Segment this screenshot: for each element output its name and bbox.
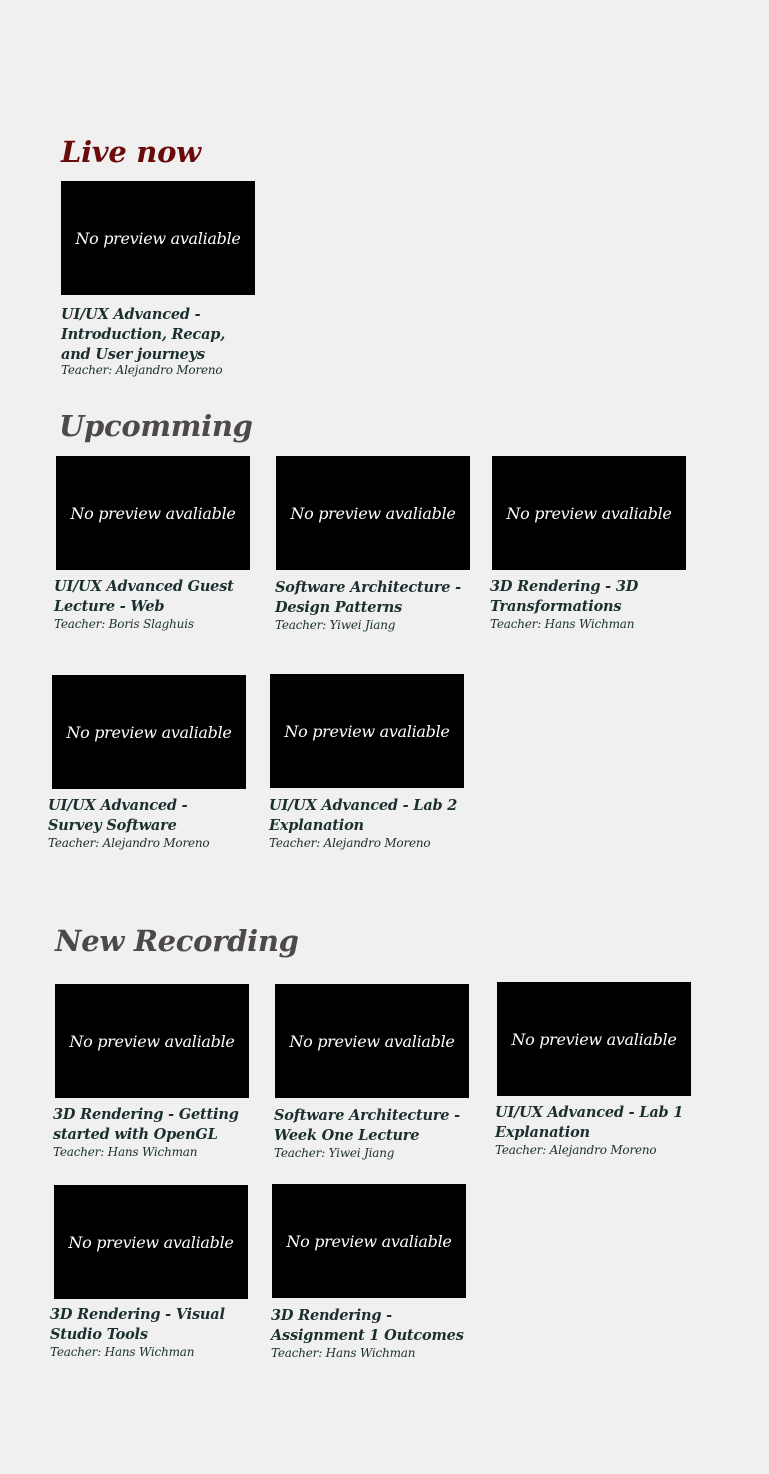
recording-title[interactable]: Software Architecture - Week One Lecture — [274, 1106, 470, 1146]
no-preview-label: No preview avaliable — [286, 1231, 452, 1251]
lecture-thumbnail[interactable]: No preview avaliable — [56, 456, 250, 570]
lecture-title[interactable]: UI/UX Advanced Guest Lecture - Web — [54, 577, 262, 617]
lecture-title[interactable]: 3D Rendering - 3D Transformations — [490, 577, 670, 617]
no-preview-label: No preview avaliable — [284, 721, 450, 741]
lecture-title[interactable]: UI/UX Advanced - Introduction, Recap, an… — [61, 305, 251, 365]
no-preview-label: No preview avaliable — [70, 503, 236, 523]
recording-thumbnail[interactable]: No preview avaliable — [275, 984, 469, 1098]
lecture-thumbnail[interactable]: No preview avaliable — [61, 181, 255, 295]
lecture-thumbnail[interactable]: No preview avaliable — [276, 456, 470, 570]
no-preview-label: No preview avaliable — [506, 503, 672, 523]
lecture-teacher: Teacher: Hans Wichman — [490, 617, 635, 631]
no-preview-label: No preview avaliable — [69, 1031, 235, 1051]
lecture-thumbnail[interactable]: No preview avaliable — [52, 675, 246, 789]
no-preview-label: No preview avaliable — [511, 1029, 677, 1049]
lecture-teacher: Teacher: Boris Slaghuis — [54, 617, 194, 631]
recording-title[interactable]: 3D Rendering - Getting started with Open… — [53, 1105, 259, 1145]
lecture-teacher: Teacher: Alejandro Moreno — [48, 836, 210, 850]
recording-thumbnail[interactable]: No preview avaliable — [54, 1185, 248, 1299]
lecture-teacher: Teacher: Yiwei Jiang — [275, 618, 396, 632]
no-preview-label: No preview avaliable — [290, 503, 456, 523]
recording-thumbnail[interactable]: No preview avaliable — [55, 984, 249, 1098]
section-title-live-now: Live now — [61, 135, 201, 169]
lecture-teacher: Teacher: Alejandro Moreno — [61, 363, 223, 377]
lecture-title[interactable]: Software Architecture - Design Patterns — [275, 578, 471, 618]
recording-teacher: Teacher: Hans Wichman — [50, 1345, 195, 1359]
recording-thumbnail[interactable]: No preview avaliable — [272, 1184, 466, 1298]
lecture-thumbnail[interactable]: No preview avaliable — [492, 456, 686, 570]
no-preview-label: No preview avaliable — [289, 1031, 455, 1051]
recording-title[interactable]: 3D Rendering - Assignment 1 Outcomes — [271, 1306, 481, 1346]
section-title-new-recording: New Recording — [55, 924, 299, 958]
recording-teacher: Teacher: Hans Wichman — [271, 1346, 416, 1360]
no-preview-label: No preview avaliable — [68, 1232, 234, 1252]
recording-teacher: Teacher: Hans Wichman — [53, 1145, 198, 1159]
no-preview-label: No preview avaliable — [66, 722, 232, 742]
recording-teacher: Teacher: Alejandro Moreno — [495, 1143, 657, 1157]
lecture-title[interactable]: UI/UX Advanced - Lab 2 Explanation — [269, 796, 465, 836]
recording-thumbnail[interactable]: No preview avaliable — [497, 982, 691, 1096]
no-preview-label: No preview avaliable — [75, 228, 241, 248]
lecture-title[interactable]: UI/UX Advanced - Survey Software — [48, 796, 234, 836]
recording-title[interactable]: UI/UX Advanced - Lab 1 Explanation — [495, 1103, 695, 1143]
recording-title[interactable]: 3D Rendering - Visual Studio Tools — [50, 1305, 246, 1345]
lecture-teacher: Teacher: Alejandro Moreno — [269, 836, 431, 850]
section-title-upcoming: Upcomming — [59, 409, 253, 443]
recording-teacher: Teacher: Yiwei Jiang — [274, 1146, 395, 1160]
lecture-thumbnail[interactable]: No preview avaliable — [270, 674, 464, 788]
